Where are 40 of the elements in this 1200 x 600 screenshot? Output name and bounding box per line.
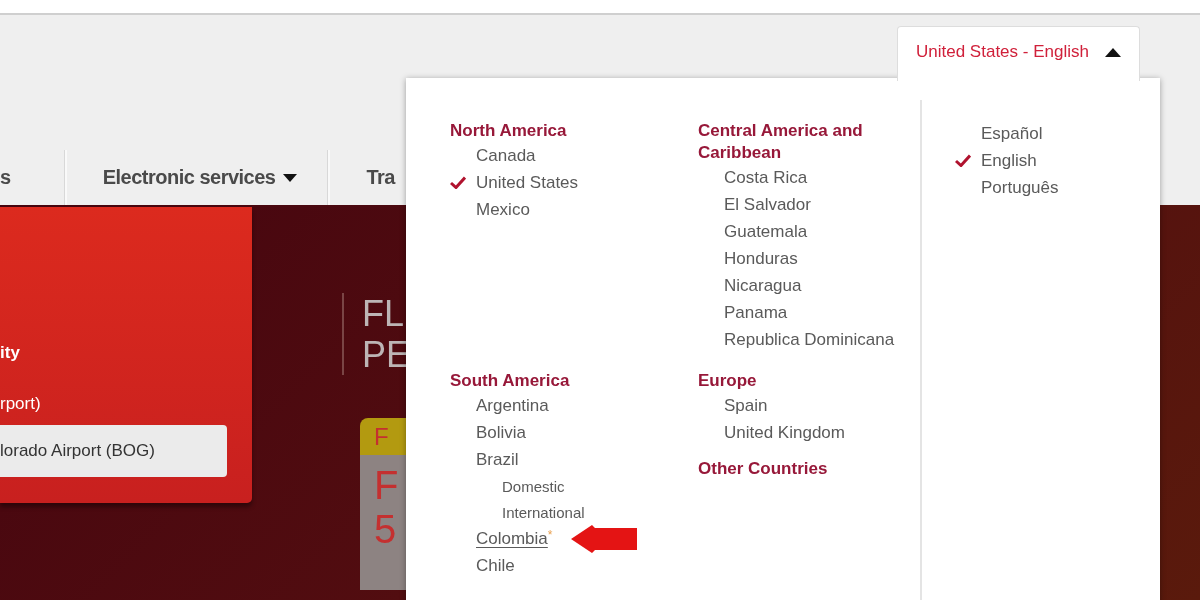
caret-icon	[1104, 47, 1121, 57]
language-link[interactable]: Español	[981, 123, 1043, 144]
country-link[interactable]: El Salvador	[724, 194, 811, 215]
price-text: F	[374, 463, 400, 507]
price-text: 5	[374, 507, 398, 551]
nav-tab[interactable]: s	[0, 150, 65, 205]
promo-title: PE	[362, 334, 411, 375]
caret-icon	[283, 173, 298, 182]
country-link[interactable]: Guatemala	[724, 221, 808, 242]
region-heading[interactable]: North America	[450, 120, 567, 142]
asterisk-note: *	[547, 528, 553, 542]
country-link[interactable]: Chile	[476, 555, 515, 576]
country-link[interactable]: Argentina	[476, 395, 549, 416]
promo-title: FL	[362, 293, 405, 334]
country-link[interactable]: United States	[476, 172, 579, 193]
language-link[interactable]: English	[981, 150, 1037, 171]
country-link[interactable]: Honduras	[724, 248, 798, 269]
region-heading[interactable]: Central America and Caribbean	[698, 120, 920, 164]
country-link[interactable]: Bolivia	[476, 422, 527, 443]
country-link[interactable]: Panama	[724, 302, 788, 323]
country-link[interactable]: International	[502, 503, 585, 521]
country-link[interactable]: Nicaragua	[724, 275, 802, 296]
country-link[interactable]: Costa Rica	[724, 167, 808, 188]
country-link[interactable]: Spain	[724, 395, 768, 416]
field-label: rport)	[0, 393, 41, 415]
country-link[interactable]: Brazil	[476, 449, 519, 470]
country-link[interactable]: Republica Dominicana	[724, 329, 895, 350]
country-link[interactable]: Mexico	[476, 199, 530, 220]
card-heading: ity	[0, 342, 20, 364]
airport-field[interactable]: lorado Airport (BOG)	[0, 425, 227, 477]
promo-badge: F	[360, 418, 406, 455]
region-heading[interactable]: Europe	[698, 370, 757, 392]
region-heading[interactable]: Other Countries	[698, 458, 828, 480]
country-link[interactable]: Canada	[476, 145, 536, 166]
locale-dropdown[interactable]: United States - English	[897, 26, 1140, 81]
country-link[interactable]: United Kingdom	[724, 422, 845, 443]
language-link[interactable]: Português	[981, 177, 1059, 198]
country-link[interactable]: Colombia	[476, 528, 548, 549]
region-heading[interactable]: South America	[450, 370, 570, 392]
country-link[interactable]: Domestic	[502, 477, 565, 495]
